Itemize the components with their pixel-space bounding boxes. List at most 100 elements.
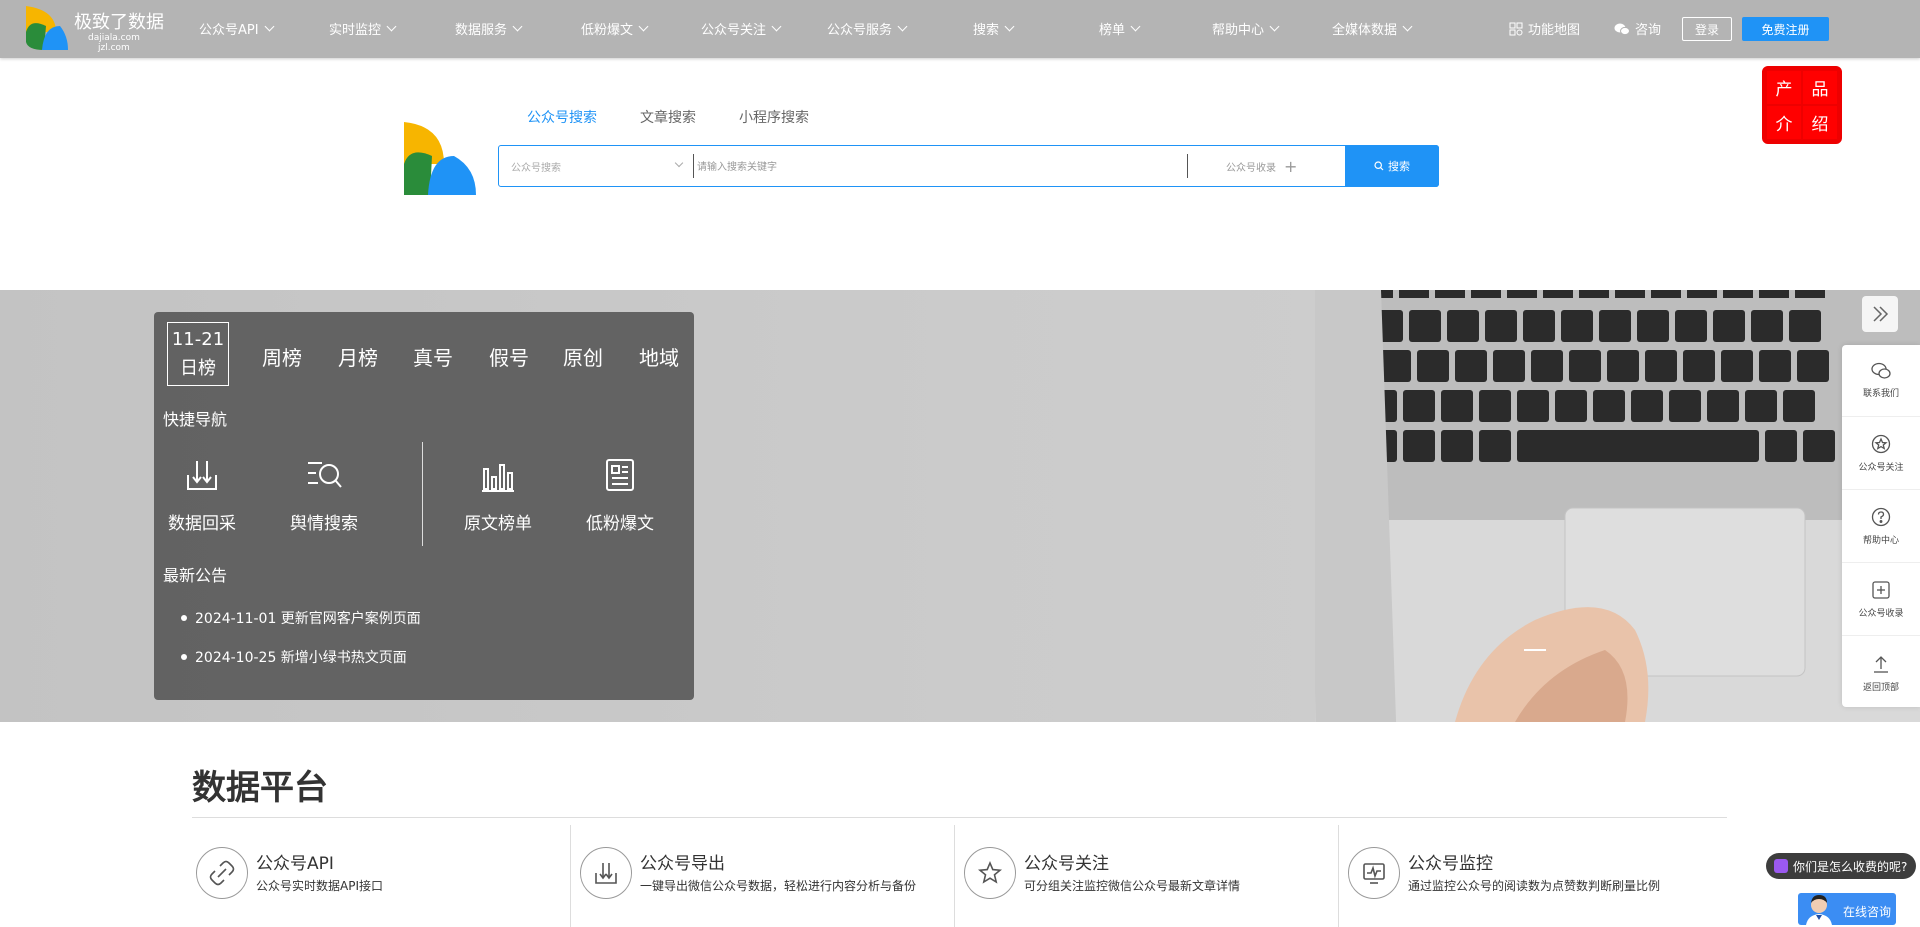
platform-card-export[interactable]: 公众号导出 一键导出微信公众号数据，轻松进行内容分析与备份 <box>576 825 960 927</box>
search-icon <box>1374 161 1384 171</box>
wechat-icon <box>1871 362 1891 379</box>
top-navigation-bar: 极致了数据 dajiala.com jzl.com 公众号API 实时监控 数据… <box>0 0 1920 58</box>
sidebar-collapse-button[interactable] <box>1862 296 1898 332</box>
bar-chart-icon <box>482 464 514 492</box>
chat-icon <box>1774 859 1788 873</box>
search-box: 公众号搜索 公众号收录 + 搜索 <box>498 145 1439 187</box>
sidebar-item-contact[interactable]: 联系我们 <box>1842 345 1920 417</box>
search-logo-icon <box>404 122 476 195</box>
nav-item-account-service[interactable]: 公众号服务 <box>827 19 908 38</box>
nav-item-help[interactable]: 帮助中心 <box>1212 19 1280 38</box>
tab-article-search[interactable]: 文章搜索 <box>640 107 696 127</box>
chevron-down-icon <box>638 21 649 32</box>
tab-daily-ranking[interactable]: 11-21 日榜 <box>167 322 229 386</box>
wechat-icon <box>1614 23 1630 35</box>
chevron-down-icon <box>1402 21 1413 32</box>
section-divider <box>192 817 1727 818</box>
search-list-icon <box>308 462 342 488</box>
card-divider <box>570 825 571 927</box>
section-title-data-platform: 数据平台 <box>192 768 328 808</box>
chevron-down-icon <box>1004 21 1015 32</box>
online-consult-button[interactable]: 在线咨询 <box>1798 893 1896 925</box>
export-icon <box>580 847 632 899</box>
laptop-keyboard-photo <box>1315 290 1920 722</box>
quick-nav-title: 快捷导航 <box>163 410 228 429</box>
brand-domain-alt: jzl.com <box>98 43 130 53</box>
chevron-down-icon <box>264 21 275 32</box>
tab-fake-accounts[interactable]: 假号 <box>489 342 529 371</box>
star-circle-icon <box>1871 434 1891 454</box>
star-icon <box>964 847 1016 899</box>
chevron-down-icon[interactable] <box>674 158 684 168</box>
quick-nav-low-fan-viral[interactable]: 低粉爆文 <box>560 457 680 534</box>
plus-box-icon <box>1872 581 1890 599</box>
nav-item-realtime-monitor[interactable]: 实时监控 <box>329 19 397 38</box>
quick-nav-divider <box>422 442 423 546</box>
carousel-indicator[interactable] <box>1524 649 1546 651</box>
search-button[interactable]: 搜索 <box>1345 145 1439 187</box>
card-divider <box>1338 825 1339 927</box>
quick-nav-data-recollect[interactable]: 数据回采 <box>142 457 262 534</box>
nav-item-api[interactable]: 公众号API <box>199 19 275 38</box>
arrow-up-icon <box>1874 655 1888 673</box>
nav-item-all-media[interactable]: 全媒体数据 <box>1332 19 1413 38</box>
double-chevron-right-icon <box>1873 306 1889 322</box>
quick-nav-original-ranking[interactable]: 原文榜单 <box>438 457 558 534</box>
account-include-link[interactable]: 公众号收录 + <box>1226 157 1297 176</box>
bullet-icon <box>181 615 187 621</box>
search-divider <box>693 154 694 178</box>
link-icon <box>196 847 248 899</box>
sidebar-item-back-to-top[interactable]: 返回顶部 <box>1842 637 1920 709</box>
nav-item-data-service[interactable]: 数据服务 <box>455 19 523 38</box>
logo-mark-icon <box>26 6 68 50</box>
announcement-item[interactable]: 2024-10-25 新增小绿书热文页面 <box>181 647 407 667</box>
announcements-title: 最新公告 <box>163 566 228 585</box>
login-button[interactable]: 登录 <box>1682 17 1732 41</box>
search-type-select[interactable]: 公众号搜索 <box>511 159 561 174</box>
sitemap-icon <box>1509 22 1523 35</box>
announcement-item[interactable]: 2024-11-01 更新官网客户案例页面 <box>181 608 421 628</box>
tab-original[interactable]: 原创 <box>563 342 603 371</box>
nav-item-rankings[interactable]: 榜单 <box>1099 19 1141 38</box>
bullet-icon <box>181 654 187 660</box>
sidebar-item-follow[interactable]: 公众号关注 <box>1842 418 1920 490</box>
card-divider <box>954 825 955 927</box>
search-tabs: 公众号搜索 文章搜索 小程序搜索 <box>527 107 852 127</box>
tab-miniprogram-search[interactable]: 小程序搜索 <box>739 107 809 127</box>
sidebar-item-help[interactable]: 帮助中心 <box>1842 491 1920 563</box>
search-input[interactable] <box>697 156 1177 178</box>
brand-domain: dajiala.com <box>88 33 140 43</box>
brand-name: 极致了数据 <box>74 12 164 33</box>
nav-item-search[interactable]: 搜索 <box>973 19 1015 38</box>
register-button[interactable]: 免费注册 <box>1742 17 1829 41</box>
monitor-icon <box>1348 847 1400 899</box>
quick-nav-opinion-search[interactable]: 舆情搜索 <box>264 457 384 534</box>
floating-sidebar: 联系我们 公众号关注 帮助中心 公众号收录 返回顶部 <box>1842 345 1920 707</box>
consult-link[interactable]: 咨询 <box>1614 19 1661 38</box>
nav-item-low-fan-viral[interactable]: 低粉爆文 <box>581 19 649 38</box>
product-intro-badge[interactable]: 产 品 介 绍 <box>1762 66 1842 144</box>
tab-region[interactable]: 地域 <box>639 342 679 371</box>
nav-item-follow[interactable]: 公众号关注 <box>701 19 782 38</box>
tab-weekly-ranking[interactable]: 周榜 <box>262 342 302 371</box>
brand-logo[interactable]: 极致了数据 dajiala.com jzl.com <box>26 6 166 53</box>
tab-account-search[interactable]: 公众号搜索 <box>527 107 597 127</box>
platform-card-monitor[interactable]: 公众号监控 通过监控公众号的阅读数为点赞数判断刷量比例 <box>1344 825 1728 927</box>
chevron-down-icon <box>897 21 908 32</box>
search-divider <box>1187 154 1188 178</box>
question-icon <box>1871 507 1891 527</box>
chevron-down-icon <box>512 21 523 32</box>
sidebar-item-include[interactable]: 公众号收录 <box>1842 564 1920 636</box>
platform-card-follow[interactable]: 公众号关注 可分组关注监控微信公众号最新文章详情 <box>960 825 1344 927</box>
chevron-down-icon <box>386 21 397 32</box>
chevron-down-icon <box>771 21 782 32</box>
sitemap-link[interactable]: 功能地图 <box>1509 19 1580 38</box>
ranking-panel: 11-21 日榜 周榜 月榜 真号 假号 原创 地域 快捷导航 数据回采 舆情搜… <box>154 312 694 700</box>
download-tray-icon <box>187 461 217 490</box>
tab-real-accounts[interactable]: 真号 <box>413 342 453 371</box>
tab-monthly-ranking[interactable]: 月榜 <box>338 342 378 371</box>
chevron-down-icon <box>1269 21 1280 32</box>
platform-card-api[interactable]: 公众号API 公众号实时数据API接口 <box>192 825 576 927</box>
chevron-down-icon <box>1130 21 1141 32</box>
chat-prompt-bubble[interactable]: 你们是怎么收费的呢? <box>1766 853 1916 879</box>
